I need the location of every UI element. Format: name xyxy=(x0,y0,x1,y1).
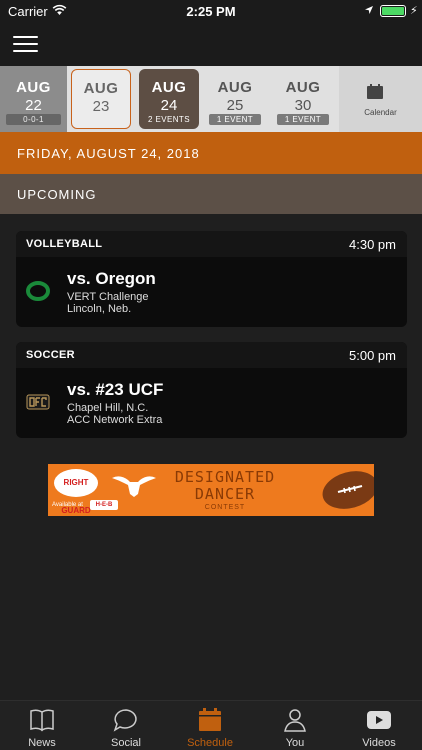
tab-bar: News Social Schedule You Videos xyxy=(0,700,422,750)
tab-label: You xyxy=(285,737,305,749)
person-icon xyxy=(284,709,306,732)
event-count-badge: 1 EVENT xyxy=(209,114,261,125)
event-card-soccer[interactable]: SOCCER 5:00 pm vs. #23 UCF Chapel Hill, … xyxy=(16,342,407,438)
event-broadcast: ACC Network Extra xyxy=(67,414,163,426)
calendar-button[interactable]: Calendar xyxy=(339,66,422,132)
date-cell-aug-24[interactable]: AUG 24 2 EVENTS xyxy=(139,69,199,129)
date-strip: AUG 22 0-0-1 AUG 23 AUG 24 2 EVENTS AUG … xyxy=(0,66,422,132)
tab-label: Videos xyxy=(362,737,396,749)
nav-bar xyxy=(0,22,422,66)
date-cell-aug-22[interactable]: AUG 22 0-0-1 xyxy=(0,66,67,132)
event-card-volleyball[interactable]: VOLLEYBALL 4:30 pm vs. Oregon VERT Chall… xyxy=(16,231,407,327)
event-location: Lincoln, Neb. xyxy=(67,303,132,315)
ad-title-line1: DESIGNATED xyxy=(174,468,276,486)
date-month: AUG xyxy=(151,79,187,96)
ad-banner[interactable]: RIGHT GUARD Available at H-E-B DESIGNATE… xyxy=(48,464,374,516)
tab-you[interactable]: You xyxy=(253,701,337,750)
football-icon xyxy=(322,471,374,509)
clock: 2:25 PM xyxy=(186,4,236,19)
calendar-label: Calendar xyxy=(364,108,397,117)
date-month: AUG xyxy=(285,79,321,96)
date-month: AUG xyxy=(217,79,253,96)
tab-videos[interactable]: Videos xyxy=(337,701,421,750)
date-day: 23 xyxy=(92,98,110,115)
ad-title-line3: CONTEST xyxy=(204,504,246,511)
date-month: AUG xyxy=(83,80,119,97)
date-cell-aug-30[interactable]: AUG 30 1 EVENT xyxy=(271,66,335,132)
tab-schedule[interactable]: Schedule xyxy=(168,701,252,750)
right-guard-logo: RIGHT GUARD xyxy=(54,469,98,515)
charging-bolt-icon: ⚡ xyxy=(410,5,418,17)
heb-logo: H-E-B xyxy=(90,500,118,510)
event-sport: SOCCER xyxy=(26,349,75,361)
status-bar: Carrier 2:25 PM ⚡ xyxy=(0,0,422,22)
selected-date-banner: FRIDAY, AUGUST 24, 2018 xyxy=(0,132,422,174)
calendar-icon xyxy=(367,84,383,99)
selected-date-text: FRIDAY, AUGUST 24, 2018 xyxy=(17,146,200,161)
event-location: Chapel Hill, N.C. xyxy=(67,402,149,414)
ucf-logo-icon xyxy=(26,394,50,410)
tab-social[interactable]: Social xyxy=(84,701,168,750)
hamburger-menu-icon[interactable] xyxy=(13,36,38,53)
book-icon xyxy=(30,709,54,732)
ad-title-line2: DANCER xyxy=(194,485,256,503)
tab-label: Social xyxy=(111,737,141,749)
location-arrow-icon xyxy=(365,6,373,14)
date-record-badge: 0-0-1 xyxy=(6,114,61,125)
date-day: 24 xyxy=(160,97,178,114)
tab-label: Schedule xyxy=(187,737,233,749)
battery-icon xyxy=(380,5,406,17)
date-cell-aug-23[interactable]: AUG 23 xyxy=(71,69,131,129)
ad-available-text: Available at xyxy=(52,502,83,508)
event-opponent: vs. Oregon xyxy=(67,269,156,288)
section-header-label: UPCOMING xyxy=(17,187,97,202)
event-tournament: VERT Challenge xyxy=(67,291,149,303)
section-header-upcoming: UPCOMING xyxy=(0,174,422,214)
event-count-badge: 2 EVENTS xyxy=(148,115,190,124)
longhorn-logo-icon xyxy=(112,476,156,497)
event-time: 4:30 pm xyxy=(349,237,396,252)
calendar-icon xyxy=(199,708,221,731)
date-day: 25 xyxy=(226,97,244,114)
tab-label: News xyxy=(28,737,56,749)
date-day: 22 xyxy=(25,97,42,114)
play-icon xyxy=(367,711,391,729)
date-day: 30 xyxy=(294,97,312,114)
tab-news[interactable]: News xyxy=(0,701,84,750)
date-cell-aug-25[interactable]: AUG 25 1 EVENT xyxy=(203,66,267,132)
event-time: 5:00 pm xyxy=(349,348,396,363)
chat-bubble-icon xyxy=(113,709,137,732)
event-opponent: vs. #23 UCF xyxy=(67,380,164,399)
event-count-badge: 1 EVENT xyxy=(277,114,329,125)
date-month: AUG xyxy=(16,79,51,96)
event-sport: VOLLEYBALL xyxy=(26,238,103,250)
oregon-logo-icon xyxy=(26,281,50,301)
